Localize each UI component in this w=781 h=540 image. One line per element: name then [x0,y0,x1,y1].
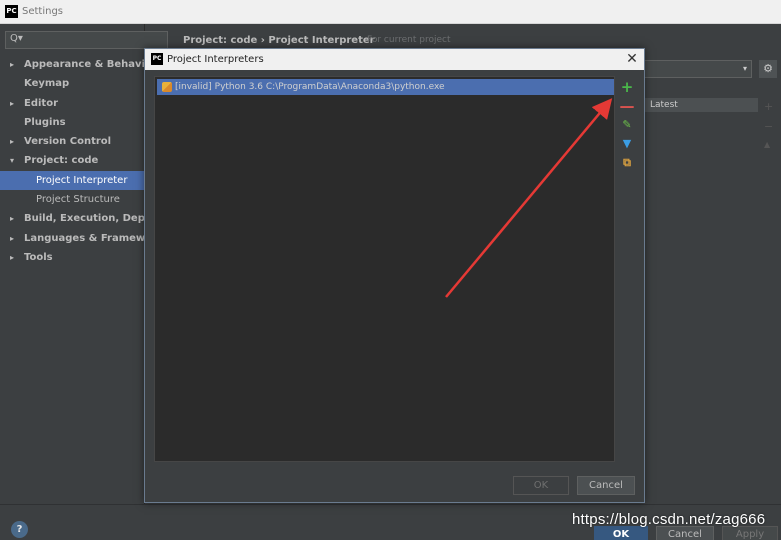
dialog-title: Project Interpreters [167,54,264,65]
install-package-icon[interactable]: + [764,100,773,113]
show-paths-icon[interactable]: ⧉ [618,154,636,172]
sidebar-item-version-control[interactable]: ▸ Version Control [0,132,145,151]
sidebar-item-editor[interactable]: ▸ Editor [0,94,145,113]
settings-cancel-button[interactable]: Cancel [656,526,714,540]
project-interpreters-dialog: PC Project Interpreters ✕ [invalid] Pyth… [144,48,645,503]
breadcrumb: Project: code › Project Interpreter [183,35,375,46]
chevron-down-icon[interactable]: ▾ [738,60,752,78]
sidebar-item-build-execution[interactable]: ▸ Build, Execution, Deployment [0,209,145,228]
interpreter-path: [invalid] Python 3.6 C:\ProgramData\Anac… [175,82,445,92]
expand-arrow-icon: ▸ [10,60,15,69]
expand-arrow-icon: ▸ [10,252,15,262]
sidebar-item-plugins[interactable]: Plugins [0,113,145,132]
sidebar-item-label: Plugins [24,116,66,128]
sidebar-item-keymap[interactable]: Keymap [0,74,145,93]
gear-icon[interactable]: ⚙ [759,60,777,78]
search-icon: Q▾ [10,33,23,44]
sidebar-item-project-interpreter[interactable]: Project Interpreter [0,170,145,191]
settings-sidebar: Q▾ ▸ Appearance & Behavior Keymap ▸ Editor… [0,24,168,504]
dialog-cancel-button[interactable]: Cancel [577,476,635,495]
remove-icon[interactable]: — [618,97,636,115]
project-interpreter-select[interactable] [644,60,752,78]
edit-pencil-icon[interactable]: ✎ [618,116,636,134]
sidebar-item-appearance-behavior[interactable]: ▸ Appearance & Behavior [0,55,145,74]
packages-column-latest: Latest [644,98,758,112]
expand-arrow-icon: ▸ [10,233,15,243]
sidebar-item-label: Tools [24,251,53,263]
interpreter-toolbar: + — ✎ ▼ ⧉ [615,76,641,196]
interpreter-list-item[interactable]: [invalid] Python 3.6 C:\ProgramData\Anac… [157,79,614,95]
upgrade-package-icon[interactable]: ▲ [764,140,770,149]
collapse-arrow-icon: ▾ [10,156,15,166]
settings-title-bar: PC Settings [0,0,781,24]
uninstall-package-icon[interactable]: − [764,120,773,133]
sidebar-item-label: Editor [24,97,58,109]
settings-ok-button[interactable]: OK [594,526,648,540]
sidebar-item-label: Project: code [24,155,99,167]
watermark: https://blog.csdn.net/zag666 [572,511,766,528]
sidebar-item-label: Languages & Frameworks [24,232,145,244]
sidebar-item-label: Project Structure [36,194,120,206]
sidebar-item-languages-frameworks[interactable]: ▸ Languages & Frameworks [0,229,145,248]
expand-arrow-icon: ▸ [10,214,15,224]
sidebar-item-label: Project Interpreter [36,174,128,186]
settings-search-input[interactable]: Q▾ [5,31,168,49]
dialog-title-bar: PC Project Interpreters ✕ [145,49,644,70]
breadcrumb-hint: For current project [367,35,451,45]
pycharm-app-icon: PC [5,5,18,18]
python-icon [162,82,172,92]
expand-arrow-icon: ▸ [10,137,15,147]
settings-tree: ▸ Appearance & Behavior Keymap ▸ Editor Pl… [0,55,145,267]
settings-apply-button[interactable]: Apply [722,526,778,540]
filter-icon[interactable]: ▼ [618,135,636,153]
expand-arrow-icon: ▸ [10,98,15,108]
close-icon[interactable]: ✕ [624,51,640,67]
sidebar-item-label: Appearance & Behavior [24,59,145,70]
sidebar-item-label: Version Control [24,136,112,148]
settings-window-title: Settings [22,6,64,17]
pycharm-app-icon: PC [151,53,163,65]
sidebar-item-label: Build, Execution, Deployment [24,213,145,225]
interpreter-list[interactable]: [invalid] Python 3.6 C:\ProgramData\Anac… [154,76,615,462]
sidebar-item-project-code[interactable]: ▾ Project: code [0,151,145,170]
dialog-ok-button[interactable]: OK [513,476,569,495]
sidebar-item-project-structure[interactable]: Project Structure [0,190,145,209]
help-button[interactable]: ? [11,521,28,538]
add-icon[interactable]: + [618,78,636,96]
content-header: Project: code › Project Interpreter For … [145,30,781,50]
sidebar-item-tools[interactable]: ▸ Tools [0,248,145,267]
sidebar-item-label: Keymap [24,78,70,90]
